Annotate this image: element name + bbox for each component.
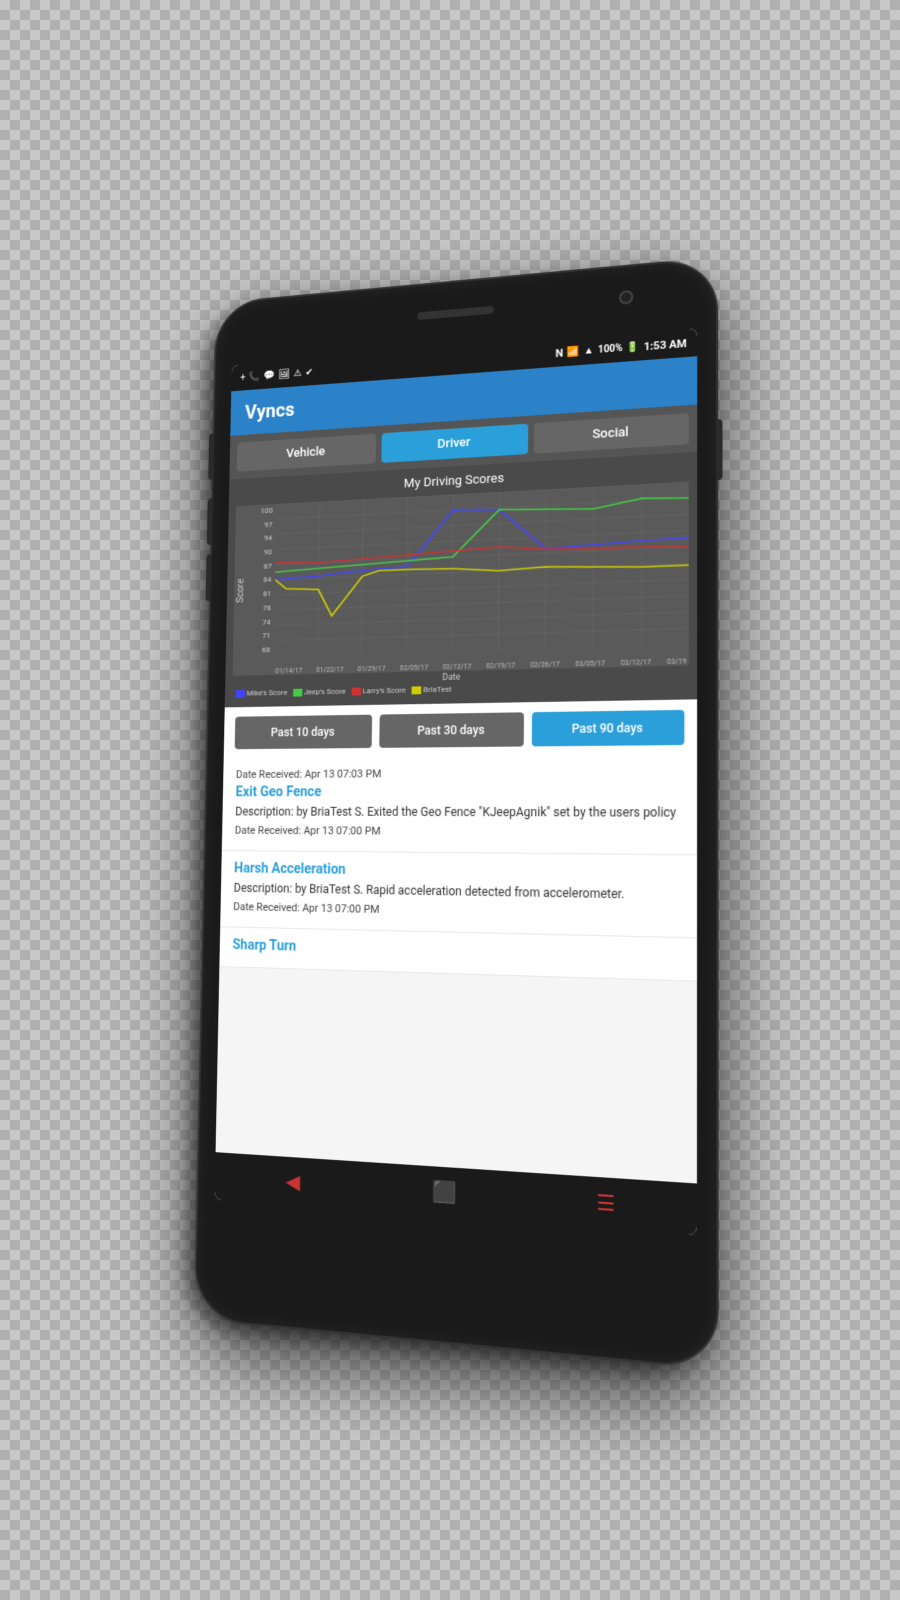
image-icon: 🖼 <box>278 369 290 380</box>
phone-body: + 📞 💬 🖼 ⚠ ✔ N 📶 ▲ 100% 🔋 1:53 AM <box>196 259 717 1368</box>
alert-1-second-date: Date Received: Apr 13 07:00 PM <box>235 824 682 840</box>
alert-1-title[interactable]: Exit Geo Fence <box>235 783 682 800</box>
alert-icon: ⚠ <box>294 368 302 379</box>
chart-y-axis: 100 97 94 90 87 84 81 78 74 71 68 <box>246 504 274 656</box>
alert-3-title[interactable]: Sharp Turn <box>232 937 682 965</box>
legend-briatest: BriaTest <box>412 685 452 695</box>
phone-device: + 📞 💬 🖼 ⚠ ✔ N 📶 ▲ 100% 🔋 1:53 AM <box>196 259 717 1368</box>
phone-speaker <box>417 306 494 320</box>
signal-icon: ▲ <box>584 345 594 357</box>
legend-mikes-icon <box>236 689 245 697</box>
alert-exit-geo-fence: Date Received: Apr 13 07:03 PM Exit Geo … <box>222 755 697 855</box>
tab-social[interactable]: Social <box>534 413 689 454</box>
alerts-list: Date Received: Apr 13 07:03 PM Exit Geo … <box>216 755 698 1183</box>
legend-larrys-icon <box>351 687 361 695</box>
battery-percent: 100% <box>598 343 623 356</box>
legend-briatest-icon <box>412 686 422 694</box>
alert-1-date: Date Received: Apr 13 07:03 PM <box>236 766 682 781</box>
alert-2-title[interactable]: Harsh Acceleration <box>234 860 682 882</box>
message-icon: 💬 <box>264 370 275 381</box>
chart-svg-area <box>274 482 689 656</box>
alert-harsh-acceleration: Harsh Acceleration Description: by BriaT… <box>220 851 697 938</box>
legend-briatest-label: BriaTest <box>423 685 452 694</box>
chart-section: My Driving Scores Score 100 97 94 90 87 … <box>225 452 697 707</box>
battery-icon: 🔋 <box>627 341 640 353</box>
legend-jeeps-icon <box>293 688 302 696</box>
filter-10days[interactable]: Past 10 days <box>235 715 372 750</box>
status-icons-right: N 📶 ▲ 100% 🔋 1:53 AM <box>555 336 686 359</box>
chart-svg <box>274 482 689 656</box>
alert-2-date: Date Received: Apr 13 07:00 PM <box>233 900 682 922</box>
nav-menu-button[interactable]: ☰ <box>596 1190 615 1217</box>
check-icon: ✔ <box>305 367 313 378</box>
app-title: Vyncs <box>245 398 295 424</box>
nav-home-button[interactable]: ⬛ <box>432 1179 457 1205</box>
chart-container: Score 100 97 94 90 87 84 81 78 74 71 <box>233 482 689 676</box>
nav-back-button[interactable]: ◀ <box>286 1169 301 1194</box>
tab-driver[interactable]: Driver <box>381 424 528 463</box>
network-n-icon: N <box>555 346 563 359</box>
phone-icon: 📞 <box>249 371 260 382</box>
filter-30days[interactable]: Past 30 days <box>379 712 524 748</box>
legend-larrys-label: Larry's Score <box>363 686 406 696</box>
legend-mikes: Mike's Score <box>236 688 288 698</box>
phone-camera <box>619 290 633 305</box>
alert-1-desc: Description: by BriaTest S. Exited the G… <box>235 804 682 822</box>
clock: 1:53 AM <box>644 336 687 352</box>
add-icon: + <box>240 372 245 383</box>
tab-vehicle[interactable]: Vehicle <box>237 434 376 472</box>
phone-screen: + 📞 💬 🖼 ⚠ ✔ N 📶 ▲ 100% 🔋 1:53 AM <box>215 328 698 1235</box>
status-icons-left: + 📞 💬 🖼 ⚠ ✔ <box>240 367 313 383</box>
legend-mikes-label: Mike's Score <box>247 688 288 697</box>
chart-plot-area: 100 97 94 90 87 84 81 78 74 71 68 <box>246 482 689 676</box>
time-filters: Past 10 days Past 30 days Past 90 days <box>224 699 697 759</box>
wifi-icon: 📶 <box>567 346 580 358</box>
legend-jeeps: Jeep's Score <box>293 687 346 697</box>
legend-jeeps-label: Jeep's Score <box>304 687 346 697</box>
legend-larrys: Larry's Score <box>351 686 406 696</box>
filter-90days[interactable]: Past 90 days <box>532 710 685 747</box>
